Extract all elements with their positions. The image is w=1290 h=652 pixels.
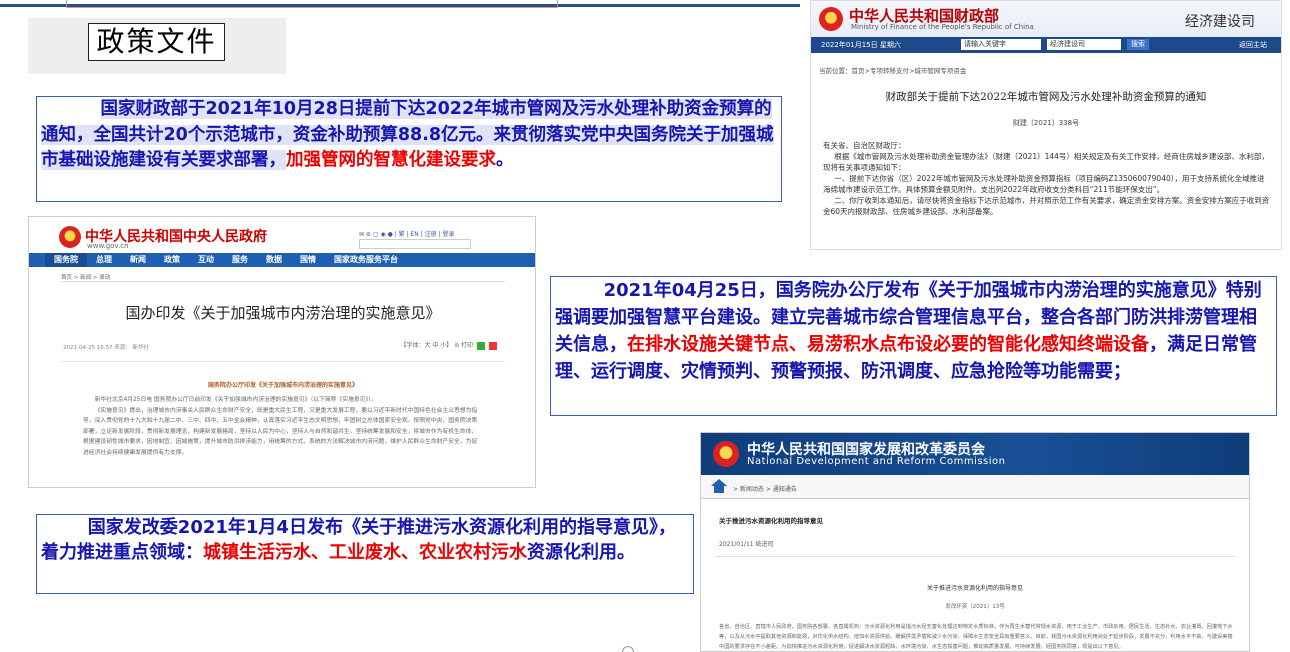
gov-body-para: 《实施意见》提出，治理城市内涝事关人民群众生命财产安全，既是重大民生工程，又是重… (83, 407, 478, 456)
gov-screenshot: 中华人民共和国中央人民政府 www.gov.cn ✉ ⊚ ▢ ◉ ● | 繁 |… (28, 216, 536, 488)
ndrc-doc-body: 各省、自治区、直辖市人民政府，国务院各部委、各直属机构：污水资源化利用是指污水经… (719, 624, 1233, 650)
ndrc-breadcrumb-bar: > 新闻动态 > 通知通告 (701, 475, 1249, 499)
mof-body-line: 二、你厅收到本通知后，请尽快将资金指标下达示范城市，并对照示范工作有关要求，确定… (823, 196, 1270, 216)
ndrc-doc-title: 关于推进污水资源化利用的指导意见 (719, 517, 823, 525)
finance-text-end: 。 (496, 150, 514, 170)
gov-article: 国办印发《关于加强城市内涝治理的实施意见》 2021-04-25 16:57 来… (61, 281, 505, 487)
mof-scope-select[interactable]: 经济建设司 (1047, 39, 1121, 50)
ndrc-doc-number: 发改环资〔2021〕13号 (945, 604, 1005, 610)
gov-nav-item[interactable]: 互动 (189, 253, 223, 267)
gov-article-meta: 2021-04-25 16:57 来源： 新华社 【字体：大 中 小】 ⊜ 打印 (63, 340, 505, 351)
ndrc-doc-date: 2021/01/11 统进司 (719, 541, 774, 548)
gov-meta-tools: 【字体：大 中 小】 ⊜ 打印 (400, 340, 497, 350)
finance-policy-text: 国家财政部于2021年10月28日提前下达2022年城市管网及污水处理补助资金预… (36, 96, 782, 202)
mof-screenshot: 中华人民共和国财政部 Ministry of Finance of the Pe… (810, 0, 1282, 250)
mof-header: 中华人民共和国财政部 Ministry of Finance of the Pe… (811, 1, 1281, 37)
wechat-share-icon[interactable] (477, 341, 486, 350)
gov-meta-text: 2021-04-25 16:57 来源： 新华社 (63, 345, 150, 351)
mof-doc-title: 财政部关于提前下达2022年城市管网及污水处理补助资金预算的通知 (885, 91, 1207, 103)
gov-body-para: 新华社北京4月25日电 国务院办公厅日前印发《关于加强城市内涝治理的实施意见》（… (94, 397, 378, 403)
mof-search-button[interactable]: 搜索 (1127, 39, 1149, 50)
section-title: 政策文件 (88, 23, 225, 61)
gov-nav-item[interactable]: 总理 (87, 253, 121, 267)
mof-doc-body: 有关省、自治区财政厅： 根据《城市管网及污水处理补助资金管理办法》（财建〔202… (811, 128, 1281, 217)
ndrc-breadcrumb: > 新闻动态 > 通知通告 (733, 486, 797, 493)
weibo-share-icon[interactable] (489, 341, 497, 350)
gov-font-size-controls[interactable]: 【字体：大 中 小】 ⊜ 打印 (400, 342, 473, 349)
gov-subhead: 国务院办公厅印发《关于加强城市内涝治理的实施意见》 (207, 382, 358, 389)
divider (715, 556, 1235, 557)
state-council-policy-text: 2021年04月25日，国务院办公厅发布《关于加强城市内涝治理的实施意见》特别强… (550, 276, 1277, 416)
ndrc-header: 中华人民共和国国家发展和改革委员会 National Development a… (701, 433, 1249, 475)
gov-nav-item[interactable]: 服务 (223, 253, 257, 267)
ndrc-site-name-en: National Development and Reform Commissi… (747, 456, 1006, 467)
gov-headline: 国办印发《关于加强城市内涝治理的实施意见》 (125, 304, 441, 322)
national-emblem-icon (819, 7, 843, 31)
gov-nav-item[interactable]: 政策 (155, 253, 189, 267)
mof-department: 经济建设司 (1185, 14, 1255, 30)
ndrc-center-title: 关于推进污水资源化利用的指导意见 (926, 585, 1023, 592)
gov-article-body: 新华社北京4月25日电 国务院办公厅日前印发《关于加强城市内涝治理的实施意见》（… (61, 389, 505, 458)
gov-site-url: www.gov.cn (87, 242, 129, 250)
mof-breadcrumb: 当前位置：首页>专项转移支付>城市管网专项资金 (819, 67, 967, 75)
ndrc-text-end: 资源化利用。 (527, 542, 635, 563)
national-emblem-icon (713, 441, 739, 467)
gov-search-input[interactable] (359, 239, 471, 249)
mof-date: 2022年01月15日 星期六 (821, 41, 901, 49)
ndrc-screenshot: 中华人民共和国国家发展和改革委员会 National Development a… (700, 432, 1250, 652)
gov-nav-item[interactable]: 国务院 (45, 253, 87, 267)
mof-body-line: 根据《城市管网及污水处理补助资金管理办法》（财建〔2021〕144号）相关规定及… (823, 152, 1269, 172)
gov-breadcrumb: 首页 > 新闻 > 滚动 (61, 275, 111, 281)
home-icon[interactable] (711, 479, 727, 493)
divider (61, 361, 505, 362)
ndrc-policy-text: 国家发改委2021年1月4日发布《关于推进污水资源化利用的指导意见》，着力推进重… (36, 514, 694, 594)
top-frame (66, 0, 558, 8)
gov-nav-item[interactable]: 国情 (291, 253, 325, 267)
gov-nav-item[interactable]: 国家政务服务平台 (325, 253, 407, 267)
mof-toolbar: 2022年01月15日 星期六 请输入关键字 经济建设司 搜索 返回主站 (811, 37, 1281, 53)
mof-back-home-link[interactable]: 返回主站 (1239, 40, 1267, 50)
mof-body-line: 有关省、自治区财政厅： (823, 141, 906, 150)
gov-nav-item[interactable]: 数据 (257, 253, 291, 267)
state-council-text-red: 在排水设施关键节点、易涝积水点布设必要的智能化感知终端设备 (627, 334, 1149, 355)
circle-mark (622, 646, 634, 652)
gov-toolbar-links[interactable]: ✉ ⊚ ▢ ◉ ● | 繁 | EN | 注册 | 登录 (359, 229, 454, 238)
ndrc-text-red: 城镇生活污水、工业废水、农业农村污水 (203, 542, 527, 563)
mof-doc-number: 财建〔2021〕338号 (1012, 119, 1080, 127)
gov-nav-bar: 国务院 总理 新闻 政策 互动 服务 数据 国情 国家政务服务平台 (29, 253, 535, 267)
mof-site-name-en: Ministry of Finance of the People's Repu… (851, 23, 1034, 31)
national-emblem-icon (59, 226, 81, 248)
finance-text-red: 加强管网的智慧化建设要求 (286, 150, 496, 170)
mof-body-line: 一、提前下达你省（区）2022年城市管网及污水处理补助资金预算指标（项目编码Z1… (823, 174, 1265, 194)
mof-search-input[interactable]: 请输入关键字 (961, 39, 1041, 50)
gov-nav-item[interactable]: 新闻 (121, 253, 155, 267)
